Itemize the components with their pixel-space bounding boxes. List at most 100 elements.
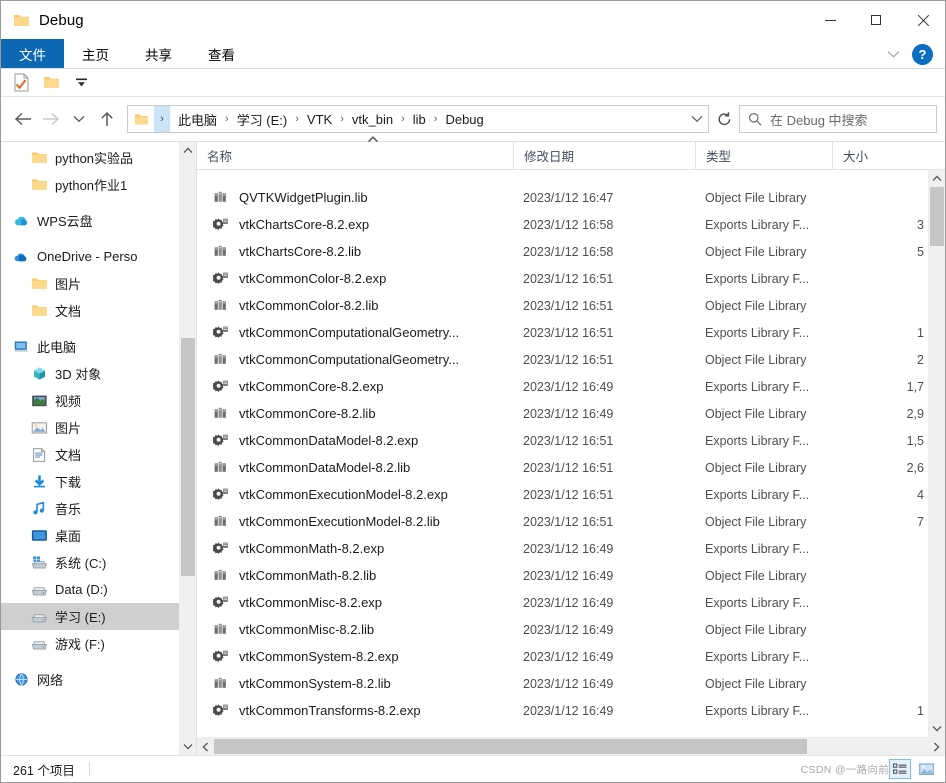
sidebar-item-data-d-[interactable]: Data (D:) (1, 576, 179, 603)
table-row[interactable]: vtkCommonComputationalGeometry... 2023/1/… (197, 319, 928, 346)
navigation-scrollbar[interactable] (179, 142, 196, 755)
column-header-name[interactable]: 名称 (197, 136, 513, 169)
sidebar-item-系统-c-[interactable]: 系统 (C:) (1, 549, 179, 576)
table-row[interactable]: vtkCommonSystem-8.2.exp 2023/1/12 16:49 Ex… (197, 643, 928, 670)
file-type-cell: Exports Library F... (705, 595, 810, 610)
table-row[interactable]: vtkChartsCore-8.2.exp 2023/1/12 16:58 Expo… (197, 211, 928, 238)
details-view-icon[interactable] (889, 759, 911, 779)
table-row[interactable]: vtkCommonExecutionModel-8.2.exp 2023/1/12… (197, 481, 928, 508)
file-scroll-down-button[interactable] (929, 720, 945, 737)
minimize-button[interactable] (807, 1, 853, 39)
table-row[interactable]: vtkCommonTransforms-8.2.exp 2023/1/12 16:… (197, 697, 928, 724)
maximize-button[interactable] (853, 1, 899, 39)
table-row[interactable]: vtkCommonColor-8.2.exp 2023/1/12 16:51 Exp… (197, 265, 928, 292)
address-path-box[interactable]: › 此电脑 › 学习 (E:) › VTK › vtk_bin › lib › … (127, 105, 709, 133)
sidebar-item-onedrive---perso[interactable]: OneDrive - Perso (1, 243, 179, 270)
column-header-type[interactable]: 类型 (695, 142, 832, 169)
sidebar-item-python实验品[interactable]: python实验品 (1, 144, 179, 171)
table-row[interactable]: vtkCommonComputationalGeometry... 2023/1/… (197, 346, 928, 373)
exp-file-icon (213, 648, 230, 665)
sidebar-item-图片[interactable]: 图片 (1, 414, 179, 441)
large-icons-view-icon[interactable] (915, 759, 937, 779)
breadcrumb-separator[interactable]: › (429, 113, 443, 125)
help-button[interactable]: ? (912, 43, 933, 65)
sidebar-item-网络[interactable]: 网络 (1, 666, 179, 693)
table-row[interactable]: vtkCommonMath-8.2.lib 2023/1/12 16:49 Obje… (197, 562, 928, 589)
h-scroll-thumb[interactable] (214, 739, 807, 754)
nav-scroll-down-button[interactable] (180, 738, 196, 755)
sidebar-item-桌面[interactable]: 桌面 (1, 522, 179, 549)
table-row[interactable]: vtkCommonColor-8.2.lib 2023/1/12 16:51 Obj… (197, 292, 928, 319)
sidebar-item-文档[interactable]: 文档 (1, 441, 179, 468)
new-folder-icon[interactable] (39, 72, 63, 94)
breadcrumb-item-1[interactable]: 学习 (E:) (234, 108, 291, 131)
sidebar-item-wps云盘[interactable]: WPS云盘 (1, 207, 179, 234)
tab-file[interactable]: 文件 (1, 39, 64, 68)
tab-view[interactable]: 查看 (190, 39, 253, 68)
path-root-separator[interactable]: › (154, 106, 170, 132)
breadcrumb-item-0[interactable]: 此电脑 (175, 108, 220, 131)
sidebar-item-音乐[interactable]: 音乐 (1, 495, 179, 522)
h-scroll-right-button[interactable] (928, 738, 945, 755)
breadcrumb-separator[interactable]: › (220, 113, 234, 125)
breadcrumb-item-3[interactable]: vtk_bin (349, 110, 396, 129)
file-type-cell: Object File Library (705, 190, 807, 205)
tab-home[interactable]: 主页 (64, 39, 127, 68)
refresh-button[interactable] (709, 105, 739, 133)
sidebar-item-学习-e-[interactable]: 学习 (E:) (1, 603, 179, 630)
table-row[interactable]: vtkCommonCore-8.2.lib 2023/1/12 16:49 Obje… (197, 400, 928, 427)
sidebar-item-3d-对象[interactable]: 3D 对象 (1, 360, 179, 387)
table-row[interactable]: vtkCommonCore-8.2.exp 2023/1/12 16:49 Expo… (197, 373, 928, 400)
table-row[interactable]: vtkCommonSystem-8.2.lib 2023/1/12 16:49 Ob… (197, 670, 928, 697)
file-name-label: vtkCommonMisc-8.2.exp (239, 595, 383, 610)
table-row[interactable]: vtkCommonMath-8.2.exp 2023/1/12 16:49 Expo… (197, 535, 928, 562)
file-scroll-up-button[interactable] (929, 170, 945, 187)
table-row[interactable]: vtkCommonExecutionModel-8.2.lib 2023/1/12… (197, 508, 928, 535)
nav-scroll-up-button[interactable] (180, 142, 196, 159)
table-row[interactable]: vtkCommonMisc-8.2.lib 2023/1/12 16:49 Obje… (197, 616, 928, 643)
nav-scroll-thumb[interactable] (181, 338, 195, 576)
nav-scroll-track[interactable] (180, 159, 196, 738)
sidebar-item-视频[interactable]: 视频 (1, 387, 179, 414)
recent-locations-button[interactable] (65, 104, 93, 134)
file-list-scrollbar[interactable] (928, 170, 945, 737)
table-row[interactable] (197, 170, 928, 184)
sidebar-item-游戏-f-[interactable]: 游戏 (F:) (1, 630, 179, 657)
breadcrumb-item-2[interactable]: VTK (304, 110, 335, 129)
file-scroll-thumb[interactable] (930, 187, 944, 246)
breadcrumb-item-5[interactable]: Debug (442, 110, 486, 129)
table-row[interactable]: vtkCommonDataModel-8.2.lib 2023/1/12 16:5… (197, 454, 928, 481)
column-header-size[interactable]: 大小 (832, 142, 945, 169)
breadcrumb-separator[interactable]: › (290, 113, 304, 125)
forward-button[interactable] (37, 104, 65, 134)
table-row[interactable]: vtkCommonDataModel-8.2.exp 2023/1/12 16:5… (197, 427, 928, 454)
breadcrumb-separator[interactable]: › (396, 113, 410, 125)
sidebar-item-label: 音乐 (55, 502, 82, 517)
table-row[interactable]: vtkChartsCore-8.2.lib 2023/1/12 16:58 Obje… (197, 238, 928, 265)
sidebar-item-下载[interactable]: 下载 (1, 468, 179, 495)
up-button[interactable] (93, 104, 121, 134)
properties-icon[interactable] (9, 72, 33, 94)
close-button[interactable] (899, 1, 945, 39)
table-row[interactable]: QVTKWidgetPlugin.lib 2023/1/12 16:47 Objec… (197, 184, 928, 211)
back-button[interactable] (9, 104, 37, 134)
sidebar-item-python作业1[interactable]: python作业1 (1, 171, 179, 198)
h-scroll-track[interactable] (214, 738, 928, 755)
expand-ribbon-button[interactable] (880, 41, 906, 67)
search-placeholder: 在 Debug 中搜索 (770, 112, 868, 128)
file-type-cell: Exports Library F... (705, 703, 810, 718)
sidebar-item-文档[interactable]: 文档 (1, 297, 179, 324)
sidebar-item-此电脑[interactable]: 此电脑 (1, 333, 179, 360)
breadcrumb-item-4[interactable]: lib (410, 110, 429, 129)
tab-share[interactable]: 共享 (127, 39, 190, 68)
file-scroll-track[interactable] (929, 187, 945, 720)
customize-dropdown-icon[interactable] (69, 72, 93, 94)
table-row[interactable]: vtkCommonMisc-8.2.exp 2023/1/12 16:49 Expo… (197, 589, 928, 616)
sidebar-item-图片[interactable]: 图片 (1, 270, 179, 297)
column-header-date[interactable]: 修改日期 (513, 142, 695, 169)
h-scroll-left-button[interactable] (197, 738, 214, 755)
search-input[interactable]: 在 Debug 中搜索 (739, 105, 937, 133)
horizontal-scrollbar[interactable] (197, 737, 945, 755)
breadcrumb-separator[interactable]: › (335, 113, 349, 125)
path-dropdown-button[interactable] (686, 115, 708, 123)
